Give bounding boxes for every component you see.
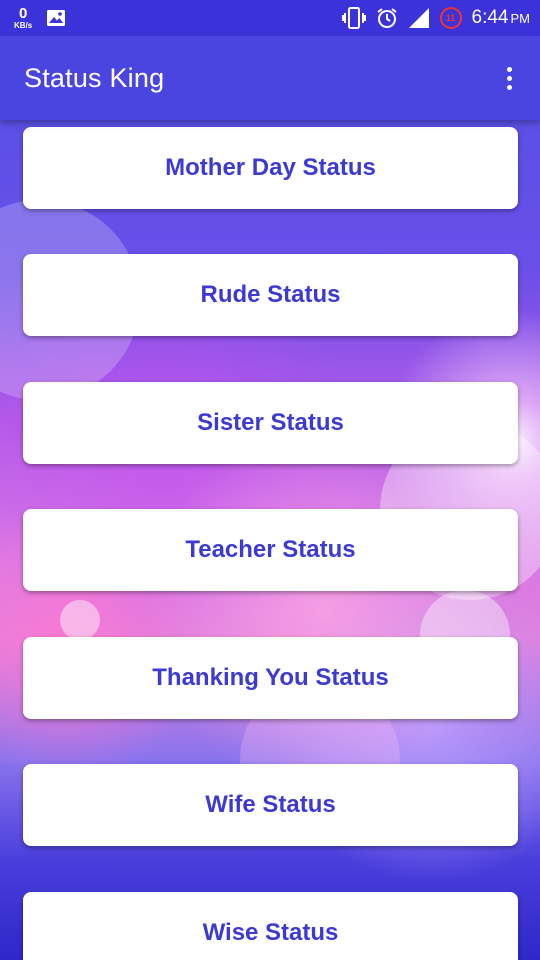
app-title: Status King	[24, 62, 165, 93]
background-bokeh	[60, 600, 100, 640]
clock: 6:44 PM	[472, 7, 530, 29]
status-bar-left: 0 KB/s	[14, 6, 66, 30]
status-bar-right: 11 6:44 PM	[341, 7, 530, 29]
category-item-sister[interactable]: Sister Status	[23, 382, 518, 464]
clock-ampm: PM	[510, 11, 531, 26]
category-item-mother-day[interactable]: Mother Day Status	[23, 127, 518, 209]
category-item-thanking-you[interactable]: Thanking You Status	[23, 637, 518, 719]
network-speed-unit: KB/s	[14, 21, 33, 30]
network-speed-value: 0	[18, 5, 28, 22]
image-notification-icon	[46, 9, 66, 27]
category-list[interactable]: Mother Day Status Rude Status Sister Sta…	[0, 120, 540, 960]
category-item-wife[interactable]: Wife Status	[23, 764, 518, 846]
overflow-dot	[507, 84, 512, 90]
alarm-icon	[376, 7, 398, 29]
overflow-menu-icon[interactable]	[501, 61, 518, 96]
notification-badge: 11	[439, 7, 462, 29]
signal-icon	[408, 7, 430, 29]
app-bar: Status King	[0, 36, 540, 120]
network-speed-indicator: 0 KB/s	[14, 6, 32, 30]
category-item-teacher[interactable]: Teacher Status	[23, 509, 518, 591]
category-item-rude[interactable]: Rude Status	[23, 254, 518, 336]
overflow-dot	[507, 66, 512, 72]
category-item-wise[interactable]: Wise Status	[23, 892, 518, 960]
status-bar: 0 KB/s 11 6:44 PM	[0, 0, 540, 36]
vibrate-icon	[341, 7, 366, 29]
overflow-dot	[507, 75, 512, 81]
clock-time: 6:44	[471, 7, 509, 28]
